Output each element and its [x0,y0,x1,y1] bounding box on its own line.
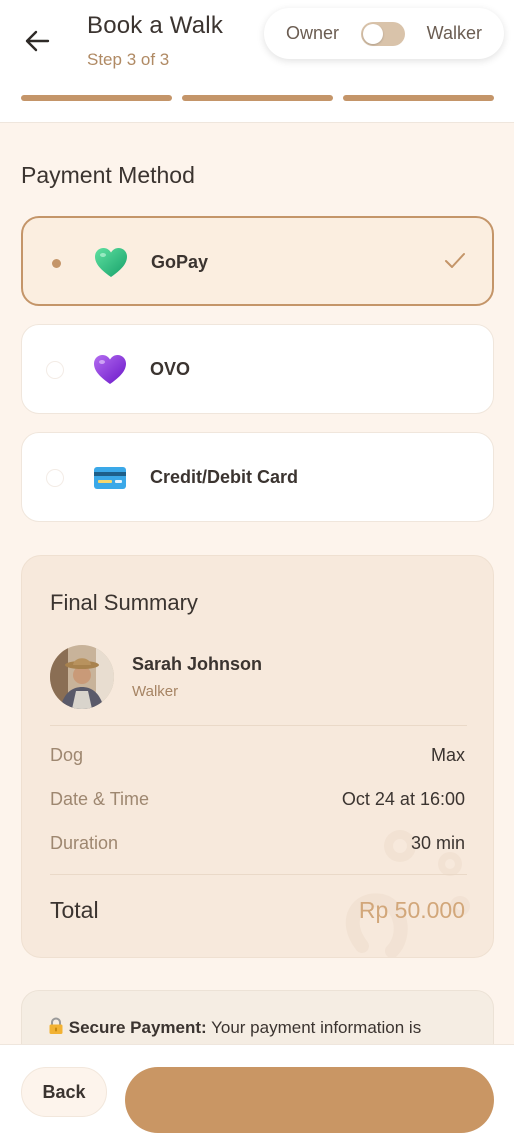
page-title: Book a Walk [87,12,224,39]
purple-heart-icon [93,353,127,387]
divider [50,725,467,726]
step-progress-bar [21,95,494,101]
summary-title: Final Summary [50,590,198,615]
radio-unselected[interactable] [46,361,64,379]
step-indicator: Step 3 of 3 [87,50,170,69]
divider [50,874,467,875]
payment-option-label: Credit/Debit Card [150,467,299,487]
radio-unselected[interactable] [46,469,64,487]
summary-row-label: Duration [50,833,119,853]
role-owner-label[interactable]: Owner [286,23,339,44]
secure-payment-body: Your payment information is [206,1018,422,1037]
checkmark-icon [442,248,468,274]
switch-knob [362,23,383,44]
green-heart-icon [94,246,128,280]
role-switch[interactable] [360,21,405,46]
secure-payment-heading: Secure Payment: [68,1018,207,1037]
payment-method-title: Payment Method [21,162,195,188]
back-button[interactable]: Back [21,1067,107,1117]
role-toggle[interactable]: Owner Walker [264,8,504,59]
walker-role: Walker [132,683,179,700]
progress-segment [21,95,172,101]
confirm-payment-button[interactable] [125,1067,494,1133]
footer-bar: Back [0,1044,514,1143]
total-value: Rp 50.000 [358,897,465,923]
radio-selected[interactable] [47,254,65,272]
secure-payment-text: Secure Payment: Your payment information… [48,1017,478,1038]
header: Book a Walk Step 3 of 3 Owner Walker [0,0,514,123]
paw-watermark-icon [345,830,470,957]
walker-name: Sarah Johnson [132,654,263,674]
payment-option-ovo[interactable]: OVO [21,324,494,414]
summary-row-value: 30 min [410,833,465,853]
credit-card-icon [93,461,127,495]
role-walker-label[interactable]: Walker [427,23,482,44]
summary-row-label: Date & Time [50,789,150,809]
payment-option-gopay[interactable]: GoPay [21,216,494,306]
summary-row-value: Oct 24 at 16:00 [341,789,465,809]
back-arrow-icon[interactable] [22,26,52,56]
progress-segment [343,95,494,101]
progress-segment [182,95,333,101]
final-summary-card: Final Summary Sarah Johnson Walker Dog M… [21,555,494,958]
summary-row-label: Dog [50,745,84,765]
avatar [50,645,114,709]
total-label: Total [50,897,99,923]
payment-option-label: OVO [150,359,191,379]
summary-row-value: Max [430,745,465,765]
payment-option-card[interactable]: Credit/Debit Card [21,432,494,522]
lock-icon [48,1017,69,1037]
payment-option-label: GoPay [151,252,209,272]
